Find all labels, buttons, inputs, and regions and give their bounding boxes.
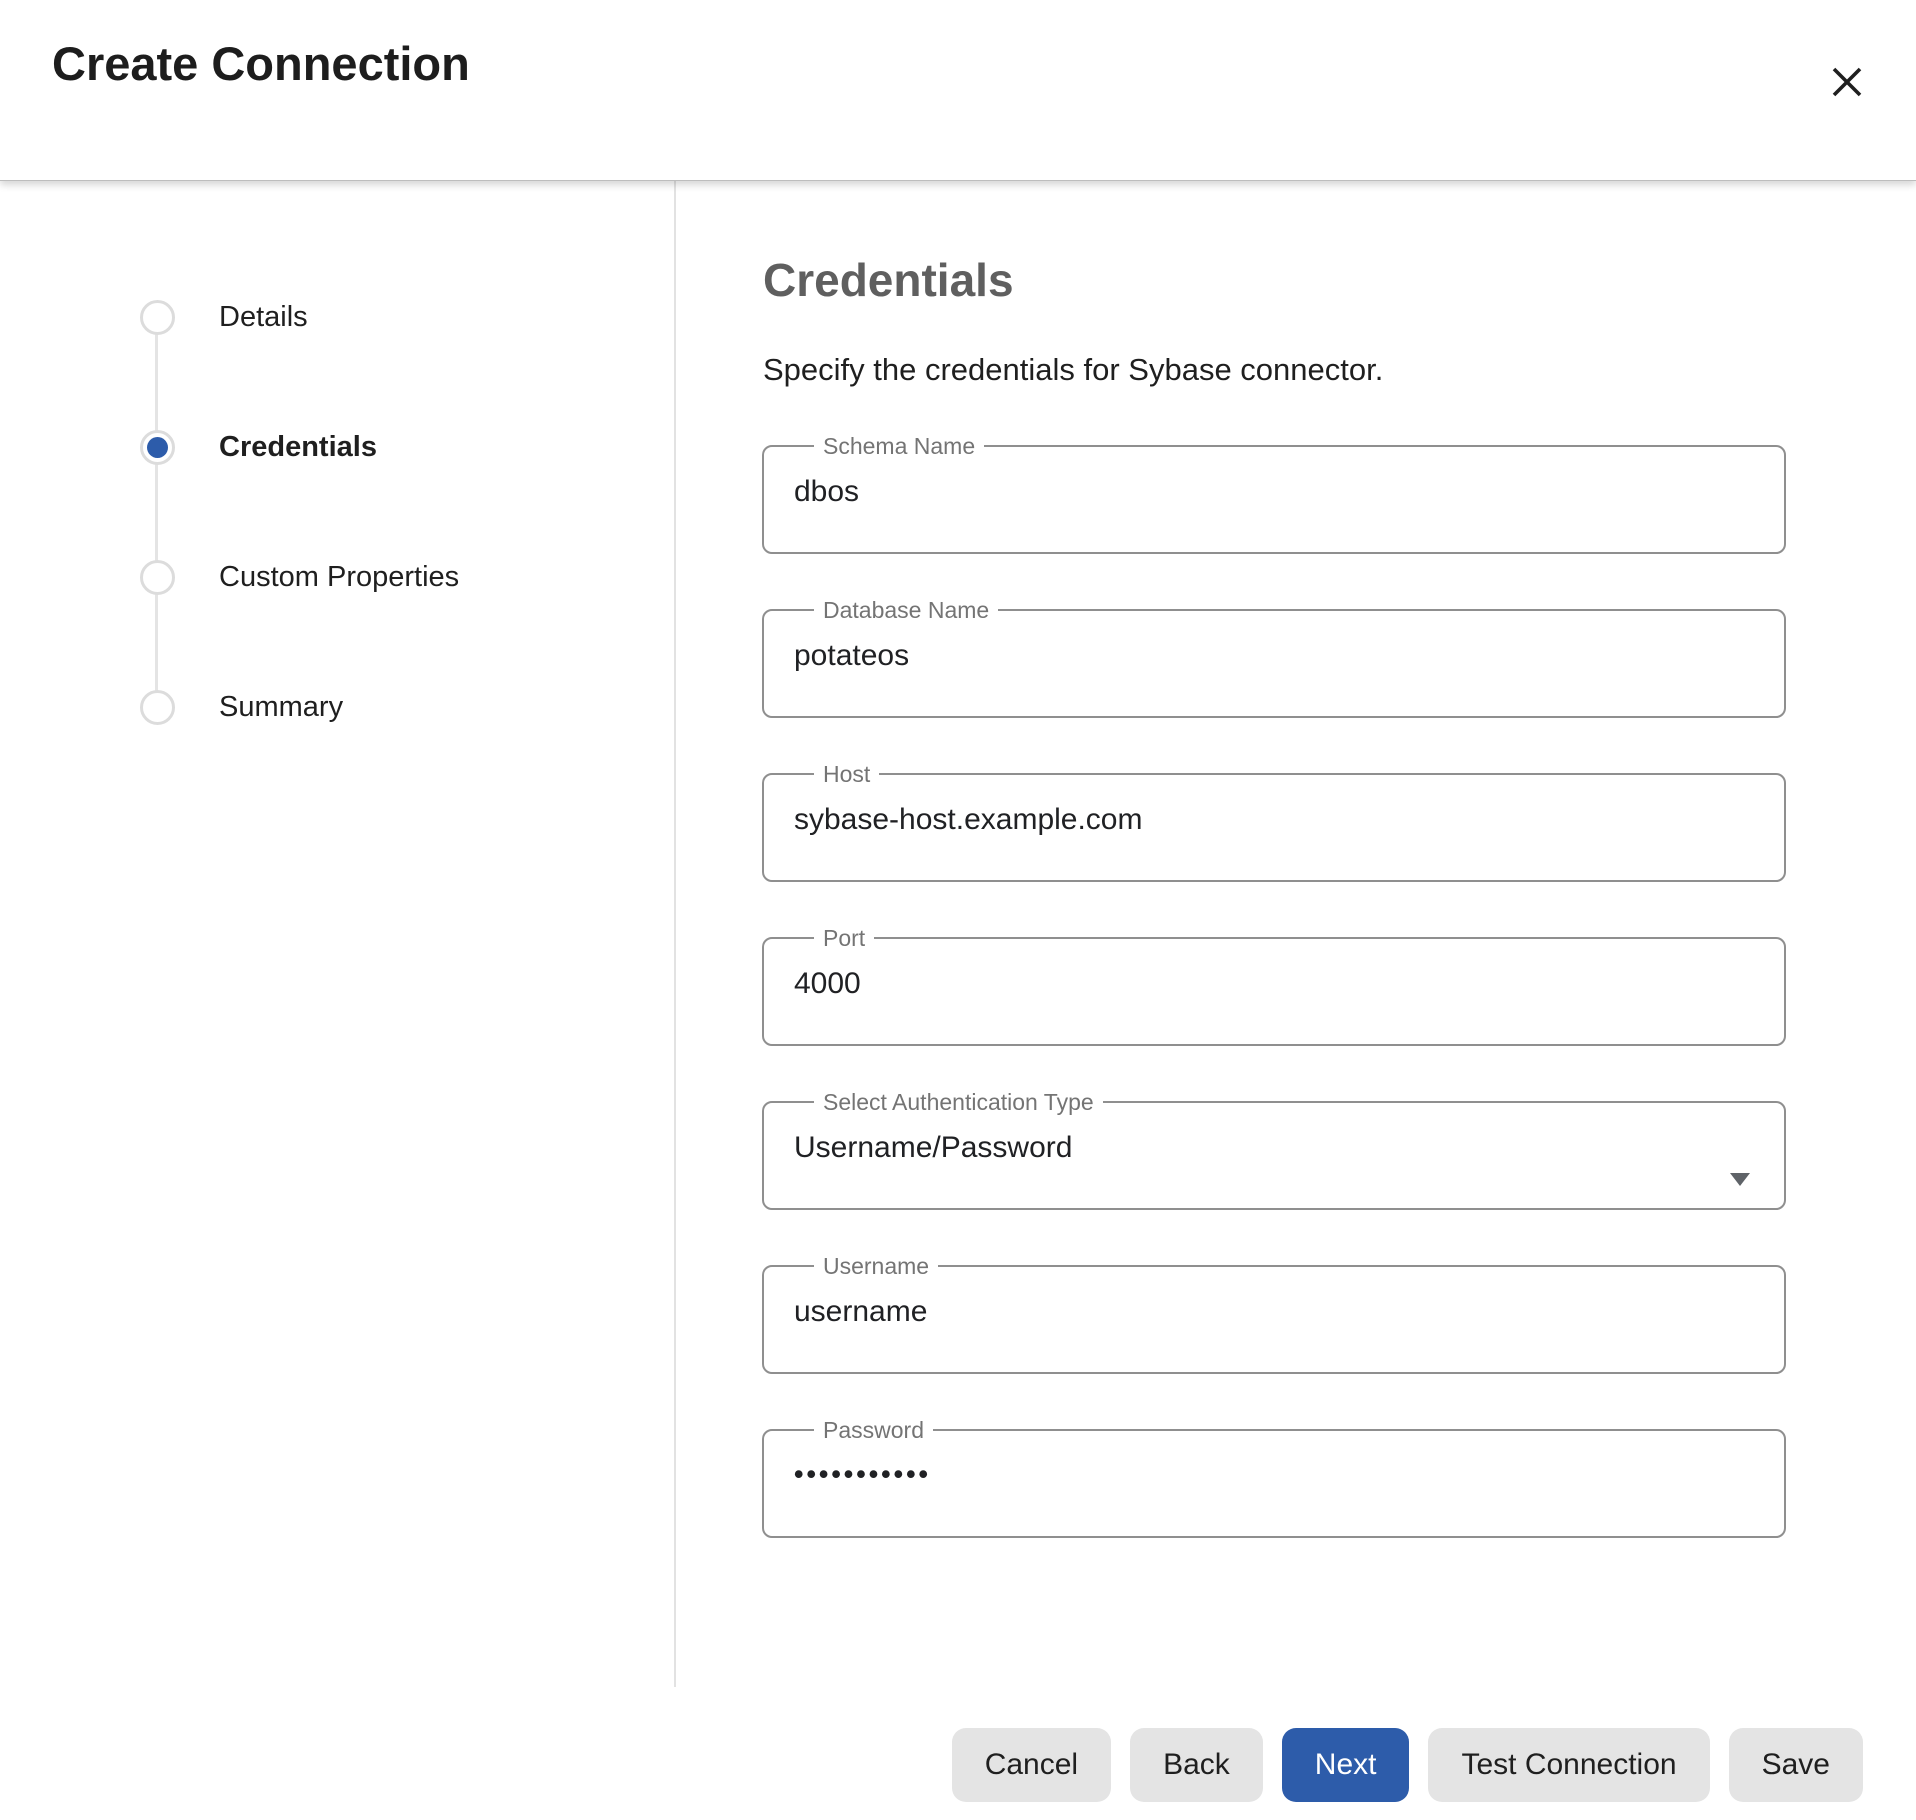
step-indicator	[140, 560, 175, 595]
back-button[interactable]: Back	[1130, 1728, 1263, 1802]
field-label: Database Name	[814, 597, 998, 623]
step-indicator	[140, 690, 175, 725]
save-button[interactable]: Save	[1729, 1728, 1863, 1802]
host-input[interactable]	[794, 803, 1754, 837]
step-indicator	[140, 300, 175, 335]
field-password: Password	[762, 1417, 1786, 1538]
next-button[interactable]: Next	[1282, 1728, 1410, 1802]
stepper-step-credentials[interactable]: Credentials	[140, 430, 377, 465]
field-port: Port	[762, 925, 1786, 1046]
form-fields: Schema Name Database Name Host Port Sele…	[762, 433, 1786, 1538]
username-input[interactable]	[794, 1295, 1754, 1329]
field-select-authentication-type[interactable]: Select Authentication Type	[762, 1089, 1786, 1210]
stepper-step-details[interactable]: Details	[140, 300, 308, 335]
stepper-step-summary[interactable]: Summary	[140, 690, 343, 725]
dialog-title: Create Connection	[52, 36, 470, 91]
field-label: Username	[814, 1253, 938, 1279]
cancel-button[interactable]: Cancel	[952, 1728, 1111, 1802]
field-schema-name: Schema Name	[762, 433, 1786, 554]
field-username: Username	[762, 1253, 1786, 1374]
database-name-input[interactable]	[794, 639, 1754, 673]
step-label: Summary	[219, 691, 343, 724]
field-label: Password	[814, 1417, 933, 1443]
test-connection-button[interactable]: Test Connection	[1428, 1728, 1709, 1802]
field-label: Port	[814, 925, 874, 951]
step-indicator	[140, 430, 175, 465]
create-connection-dialog: { "dialog": { "title": "Create Connectio…	[0, 0, 1916, 1820]
field-database-name: Database Name	[762, 597, 1786, 718]
chevron-down-icon	[1730, 1173, 1750, 1186]
step-label: Credentials	[219, 431, 377, 464]
field-label: Select Authentication Type	[814, 1089, 1103, 1115]
field-host: Host	[762, 761, 1786, 882]
stepper-step-custom-properties[interactable]: Custom Properties	[140, 560, 459, 595]
field-label: Host	[814, 761, 879, 787]
step-active-dot	[147, 437, 168, 458]
step-active-dot	[147, 697, 168, 718]
form-heading: Credentials	[763, 253, 1014, 307]
password-input[interactable]	[794, 1459, 1754, 1490]
stepper-panel: Details Credentials Custom Properties Su…	[0, 181, 674, 1820]
schema-name-input[interactable]	[794, 475, 1754, 509]
dialog-header: Create Connection	[0, 0, 1916, 181]
field-label: Schema Name	[814, 433, 984, 459]
step-label: Details	[219, 301, 308, 334]
step-active-dot	[147, 567, 168, 588]
port-input[interactable]	[794, 967, 1754, 1001]
close-icon	[1827, 62, 1867, 102]
step-label: Custom Properties	[219, 561, 459, 594]
close-button[interactable]	[1822, 58, 1872, 108]
form-subtitle: Specify the credentials for Sybase conne…	[763, 352, 1383, 388]
panel-divider	[674, 181, 676, 1687]
step-active-dot	[147, 307, 168, 328]
stepper-connector-line	[155, 317, 158, 708]
select-authentication-type-select[interactable]	[794, 1131, 1754, 1165]
footer-actions: Cancel Back NextTest Connection Save	[952, 1728, 1863, 1802]
